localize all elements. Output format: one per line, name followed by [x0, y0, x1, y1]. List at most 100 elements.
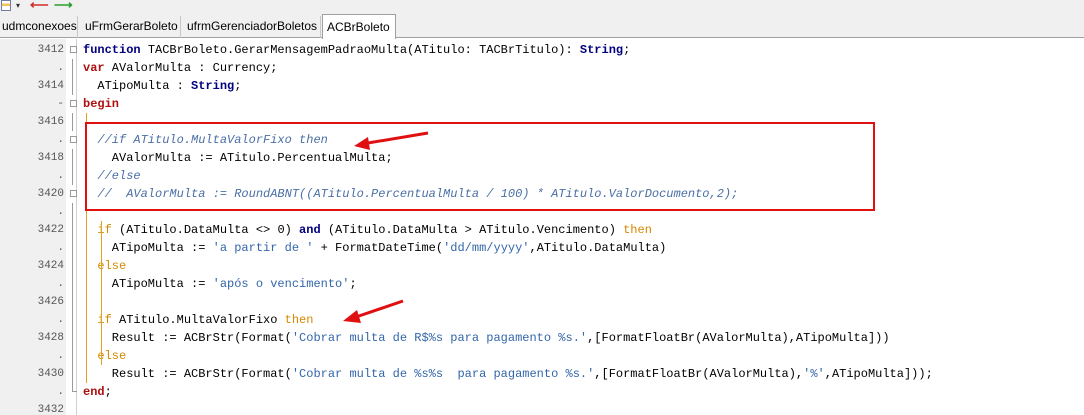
code-line[interactable]: 3430 Result := ACBrStr(Format('Cobrar mu… [0, 365, 1084, 383]
code-text: if (ATitulo.DataMulta <> 0) and (ATitulo… [83, 221, 652, 239]
code-token: and [299, 223, 321, 237]
highlight-box [85, 122, 875, 211]
fold-guide [72, 257, 73, 275]
code-text: ATipoMulta : String; [83, 77, 241, 95]
code-line[interactable]: - begin [0, 95, 1084, 113]
code-token: begin [83, 97, 120, 111]
back-arrow-icon[interactable]: ⟵ [30, 0, 49, 12]
code-token: ; [349, 277, 357, 291]
fold-guide [72, 59, 73, 77]
code-token: 'dd/mm/yyyy' [443, 241, 530, 255]
code-line[interactable]: . end; [0, 383, 1084, 401]
code-text: else [83, 347, 126, 365]
tab-ufrmgerenciadorboletos[interactable]: ufrmGerenciadorBoletos [183, 16, 321, 38]
code-token: 'após o vencimento' [212, 277, 350, 291]
code-line[interactable]: . ATipoMulta := 'a partir de ' + FormatD… [0, 239, 1084, 257]
code-line[interactable]: . else [0, 347, 1084, 365]
code-token: '%' [803, 367, 825, 381]
line-number: . [57, 278, 64, 290]
code-token: Result := ACBrStr(Format( [83, 331, 292, 345]
fold-guide [72, 149, 73, 167]
line-number: . [57, 134, 64, 146]
fold-guide [72, 77, 73, 95]
code-text: end; [83, 383, 112, 401]
code-line[interactable]: . ATipoMulta := 'após o vencimento'; [0, 275, 1084, 293]
line-number: 3414 [37, 80, 64, 92]
code-text: var AValorMulta : Currency; [83, 59, 277, 77]
code-line[interactable]: 3432 [0, 401, 1084, 415]
code-line[interactable]: . if ATitulo.MultaValorFixo then [0, 311, 1084, 329]
fold-guide [72, 113, 73, 131]
fold-toggle-icon[interactable] [70, 190, 77, 197]
fold-toggle-icon[interactable] [70, 136, 77, 143]
fold-end-icon [72, 383, 77, 392]
code-text: function TACBrBoleto.GerarMensagemPadrao… [83, 41, 630, 59]
line-number: 3432 [37, 404, 64, 415]
code-token: ; [104, 385, 112, 399]
tab-bar: udmconexoes uFrmGerarBoleto ufrmGerencia… [0, 14, 1084, 39]
code-line[interactable]: 3428 Result := ACBrStr(Format('Cobrar mu… [0, 329, 1084, 347]
code-text: if ATitulo.MultaValorFixo then [83, 311, 313, 329]
line-number: 3412 [37, 44, 64, 56]
tab-udmconexoes[interactable]: udmconexoes [0, 16, 78, 38]
toolbar: ▾ ⟵ ⟶ [0, 0, 1084, 14]
fold-guide [72, 293, 73, 311]
code-token: ,ATitulo.DataMulta) [529, 241, 667, 255]
annotation-arrow-2 [343, 299, 404, 323]
code-token: ,[FormatFloatBr(AValorMulta),ATipoMulta]… [587, 331, 890, 345]
line-number: . [57, 386, 64, 398]
code-token: function [83, 43, 148, 57]
line-number: 3416 [37, 116, 64, 128]
document-icon[interactable] [1, 0, 11, 11]
tab-acbrboleto[interactable]: ACBrBoleto [322, 14, 396, 39]
line-number: - [57, 98, 64, 110]
code-token: (ATitulo.DataMulta <> 0) [111, 223, 300, 237]
code-token: if [83, 313, 112, 327]
line-number: . [57, 314, 64, 326]
fold-guide [72, 347, 73, 365]
code-line[interactable]: 3414 ATipoMulta : String; [0, 77, 1084, 95]
code-line[interactable]: 3412 function TACBrBoleto.GerarMensagemPa… [0, 41, 1084, 59]
code-token: String [579, 43, 624, 57]
fold-guide [72, 239, 73, 257]
line-number: 3418 [37, 152, 64, 164]
code-token: if [83, 223, 112, 237]
fold-toggle-icon[interactable] [70, 100, 77, 107]
code-line[interactable]: 3422 if (ATitulo.DataMulta <> 0) and (AT… [0, 221, 1084, 239]
code-token: (ATitulo.DataMulta > ATitulo.Vencimento) [320, 223, 624, 237]
fold-guide [72, 311, 73, 329]
code-token: ATipoMulta : [83, 79, 192, 93]
code-line[interactable]: 3426 [0, 293, 1084, 311]
code-line[interactable]: . var AValorMulta : Currency; [0, 59, 1084, 77]
code-token: ATitulo.MultaValorFixo [111, 313, 285, 327]
code-line[interactable]: 3424 else [0, 257, 1084, 275]
tab-ufrmgerarboleto[interactable]: uFrmGerarBoleto [81, 16, 181, 38]
code-token: AValorMulta : Currency; [104, 61, 278, 75]
code-text: Result := ACBrStr(Format('Cobrar multa d… [83, 329, 890, 347]
code-token: then [284, 313, 314, 327]
fold-guide [72, 167, 73, 185]
dropdown-arrow-icon[interactable]: ▾ [16, 0, 20, 12]
code-token: var [83, 61, 105, 75]
line-number: . [57, 206, 64, 218]
forward-arrow-icon[interactable]: ⟶ [54, 0, 73, 12]
code-token: TACBrBoleto.GerarMensagemPadraoMulta(ATi… [147, 43, 580, 57]
code-token: + FormatDateTime( [313, 241, 444, 255]
fold-guide [72, 221, 73, 239]
code-token: ; [623, 43, 631, 57]
annotation-arrow-1 [354, 131, 429, 150]
code-text: ATipoMulta := 'após o vencimento'; [83, 275, 357, 293]
line-number: 3426 [37, 296, 64, 308]
structure-guide [101, 221, 102, 365]
code-token: 'Cobrar multa de %s%s para pagamento %s.… [291, 367, 595, 381]
code-text: ATipoMulta := 'a partir de ' + FormatDat… [83, 239, 667, 257]
fold-toggle-icon[interactable] [70, 46, 77, 53]
line-number: . [57, 170, 64, 182]
code-token: ,ATipoMulta])); [824, 367, 933, 381]
code-token: else [83, 349, 127, 363]
code-token: String [191, 79, 235, 93]
code-editor[interactable]: 3412 function TACBrBoleto.GerarMensagemPa… [0, 39, 1084, 415]
code-token: 'Cobrar multa de R$%s para pagamento %s.… [291, 331, 588, 345]
fold-guide [72, 203, 73, 221]
line-number: . [57, 62, 64, 74]
